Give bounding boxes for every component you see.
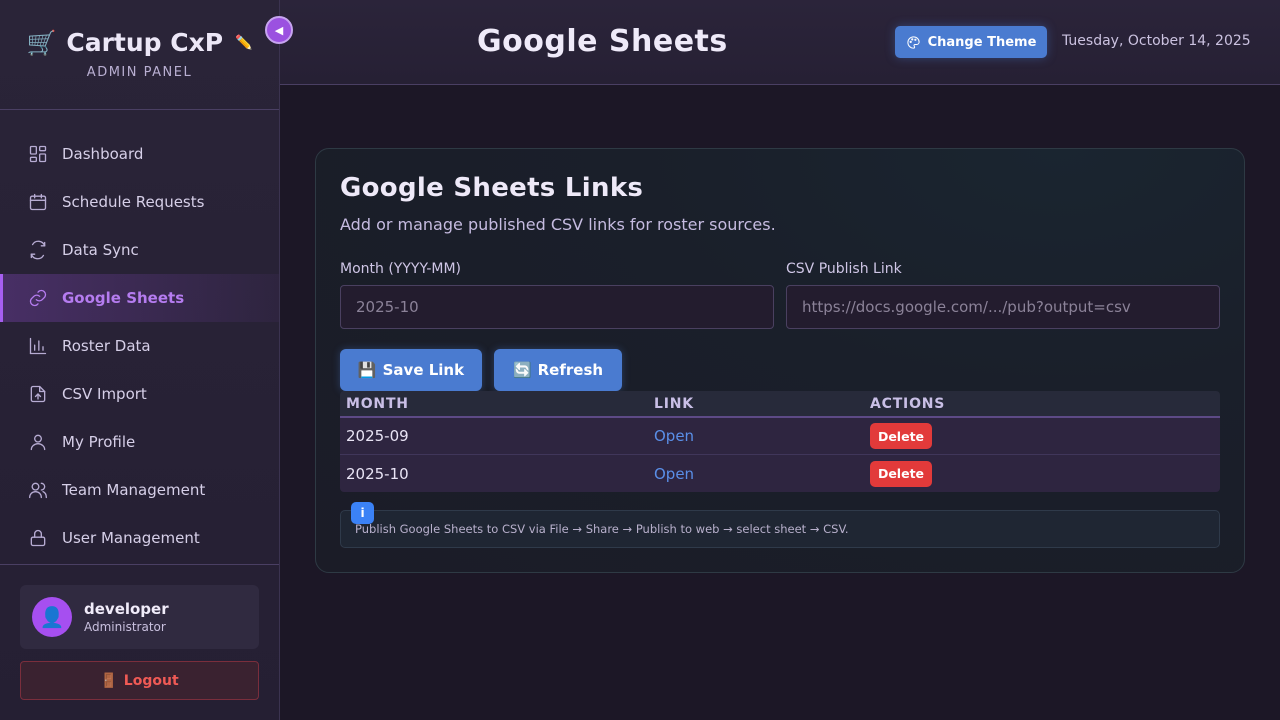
sidebar-nav: Dashboard Schedule Requests Data Sync Go… <box>0 110 279 562</box>
sidebar-footer: 👤 developer Administrator 🚪 Logout <box>0 564 279 700</box>
sidebar-item-schedule-requests[interactable]: Schedule Requests <box>0 178 279 226</box>
sidebar-item-google-sheets[interactable]: Google Sheets <box>0 274 279 322</box>
sidebar-item-dashboard[interactable]: Dashboard <box>0 130 279 178</box>
sidebar: 🛒 Cartup CxP ✏️ ADMIN PANEL Dashboard Sc… <box>0 0 280 720</box>
user-info: developer Administrator <box>84 600 169 634</box>
sidebar-item-csv-import[interactable]: CSV Import <box>0 370 279 418</box>
logout-label: Logout <box>123 672 179 689</box>
table-header: MONTH LINK ACTIONS <box>340 391 1220 418</box>
card-description: Add or manage published CSV links for ro… <box>340 215 776 234</box>
user-card[interactable]: 👤 developer Administrator <box>20 585 259 649</box>
info-text: Publish Google Sheets to CSV via File → … <box>355 522 849 536</box>
sidebar-collapse-button[interactable]: ◀ <box>265 16 293 44</box>
refresh-icon: 🔄 <box>512 361 532 379</box>
sidebar-item-roster-data[interactable]: Roster Data <box>0 322 279 370</box>
brand-title: 🛒 Cartup CxP ✏️ <box>26 28 252 57</box>
open-link[interactable]: Open <box>654 427 694 445</box>
info-icon: i <box>351 502 374 524</box>
floppy-disk-icon: 💾 <box>357 361 377 379</box>
brand-subtitle: ADMIN PANEL <box>86 65 193 80</box>
sidebar-item-my-profile[interactable]: My Profile <box>0 418 279 466</box>
change-theme-label: Change Theme <box>927 34 1037 50</box>
card-title: Google Sheets Links <box>340 173 644 203</box>
logout-button[interactable]: 🚪 Logout <box>20 661 259 700</box>
file-upload-icon <box>30 385 46 403</box>
delete-button[interactable]: Delete <box>870 423 932 449</box>
open-link[interactable]: Open <box>654 465 694 483</box>
google-sheets-card: Google Sheets Links Add or manage publis… <box>315 148 1245 573</box>
sidebar-item-label: Google Sheets <box>62 289 185 307</box>
users-icon <box>29 482 47 499</box>
column-header-month: MONTH <box>346 395 409 412</box>
brand: 🛒 Cartup CxP ✏️ ADMIN PANEL <box>0 0 279 110</box>
cart-icon: 🛒 <box>26 28 57 57</box>
column-header-actions: ACTIONS <box>870 395 946 412</box>
sidebar-item-label: My Profile <box>62 433 136 451</box>
user-role: Administrator <box>84 620 166 634</box>
link-icon <box>29 289 47 307</box>
calendar-icon <box>29 193 47 211</box>
sync-icon <box>30 240 46 260</box>
lock-icon <box>30 529 46 547</box>
sidebar-item-label: CSV Import <box>62 385 147 403</box>
header: Google Sheets Change Theme Tuesday, Octo… <box>280 0 1280 85</box>
save-link-button[interactable]: 💾 Save Link <box>340 349 482 391</box>
brand-name: Cartup CxP <box>66 28 224 57</box>
column-header-link: LINK <box>654 395 694 412</box>
csv-link-label: CSV Publish Link <box>786 261 902 277</box>
sidebar-item-label: User Management <box>62 529 200 547</box>
chevron-left-icon: ◀ <box>274 23 284 37</box>
pencil-icon[interactable]: ✏️ <box>235 35 252 51</box>
refresh-button[interactable]: 🔄 Refresh <box>494 349 622 391</box>
table-row: 2025-10 Open Delete <box>340 455 1220 492</box>
month-label: Month (YYYY-MM) <box>340 261 462 277</box>
save-link-label: Save Link <box>382 361 465 379</box>
sidebar-item-label: Schedule Requests <box>62 193 205 211</box>
delete-button[interactable]: Delete <box>870 460 932 487</box>
table-row: 2025-09 Open Delete <box>340 418 1220 455</box>
sidebar-item-user-management[interactable]: User Management <box>0 514 279 562</box>
month-cell: 2025-09 <box>346 427 409 445</box>
dashboard-icon <box>29 145 47 163</box>
month-input[interactable] <box>340 285 774 329</box>
current-date: Tuesday, October 14, 2025 <box>1062 33 1251 49</box>
sidebar-item-label: Dashboard <box>62 145 144 163</box>
month-cell: 2025-10 <box>346 464 409 483</box>
bar-chart-icon <box>29 337 47 355</box>
links-table: MONTH LINK ACTIONS 2025-09 Open Delete 2… <box>340 391 1220 492</box>
avatar: 👤 <box>32 597 72 637</box>
sidebar-item-team-management[interactable]: Team Management <box>0 466 279 514</box>
change-theme-button[interactable]: Change Theme <box>895 26 1047 58</box>
door-icon: 🚪 <box>100 672 118 689</box>
user-icon <box>30 434 46 451</box>
sidebar-item-label: Team Management <box>62 481 206 499</box>
sidebar-item-label: Roster Data <box>62 337 151 355</box>
sidebar-item-label: Data Sync <box>62 241 139 259</box>
csv-link-input[interactable] <box>786 285 1220 329</box>
sidebar-item-data-sync[interactable]: Data Sync <box>0 226 279 274</box>
info-note: i Publish Google Sheets to CSV via File … <box>340 502 1220 548</box>
user-name: developer <box>84 600 169 618</box>
page-title: Google Sheets <box>477 24 728 59</box>
refresh-label: Refresh <box>537 361 604 379</box>
palette-icon <box>907 35 920 49</box>
